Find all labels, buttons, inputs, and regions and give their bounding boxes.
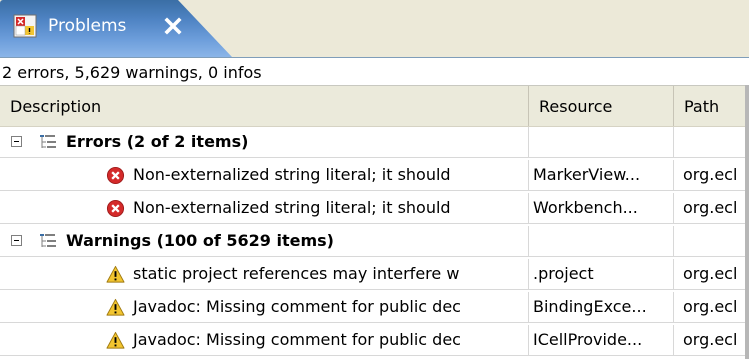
group-label: Errors (2 of 2 items) (66, 132, 249, 151)
group-tree-icon (40, 234, 56, 247)
summary-text: 2 errors, 5,629 warnings, 0 infos (2, 63, 262, 82)
problems-summary: 2 errors, 5,629 warnings, 0 infos (0, 58, 749, 84)
description-cell: Javadoc: Missing comment for public dec (0, 325, 529, 356)
close-icon[interactable] (162, 15, 184, 37)
problems-view: Problems 2 errors, 5,629 warnings, 0 inf… (0, 0, 749, 359)
resource-cell: MarkerView... (529, 160, 674, 191)
problem-path: org.ecl (683, 165, 738, 184)
table-header: Description Resource Path (0, 85, 749, 128)
column-header-resource[interactable]: Resource (529, 86, 674, 126)
collapse-toggle[interactable] (11, 235, 22, 246)
path-cell (674, 127, 749, 158)
problems-view-icon (13, 14, 37, 38)
resource-cell: ICellProvide... (529, 325, 674, 356)
path-cell: org.ecl (674, 259, 749, 290)
scrollbar-edge[interactable] (745, 85, 749, 359)
warning-row[interactable]: Javadoc: Missing comment for public dec I… (0, 325, 749, 356)
resource-cell (529, 226, 674, 257)
error-icon (106, 166, 125, 185)
problems-table: Errors (2 of 2 items) Non-externalized st… (0, 127, 749, 359)
problem-resource: .project (533, 264, 594, 283)
description-cell: Warnings (100 of 5629 items) (0, 226, 529, 257)
error-icon (106, 199, 125, 218)
problem-resource: Workbench... (533, 198, 638, 217)
tab-problems[interactable]: Problems (0, 0, 232, 57)
path-cell: org.ecl (674, 160, 749, 191)
column-label: Resource (539, 97, 613, 116)
problem-path: org.ecl (683, 198, 738, 217)
problem-resource: ICellProvide... (533, 330, 643, 349)
column-header-description[interactable]: Description (0, 86, 529, 126)
resource-cell (529, 127, 674, 158)
description-cell: static project references may interfere … (0, 259, 529, 290)
collapse-toggle[interactable] (11, 136, 22, 147)
problem-path: org.ecl (683, 297, 738, 316)
resource-cell: .project (529, 259, 674, 290)
description-cell: Javadoc: Missing comment for public dec (0, 292, 529, 323)
group-tree-icon (40, 135, 56, 148)
problem-resource: BindingExce... (533, 297, 647, 316)
problem-description: static project references may interfere … (133, 264, 460, 283)
warning-icon (106, 331, 125, 349)
warning-row[interactable]: static project references may interfere … (0, 259, 749, 290)
column-label: Description (10, 97, 102, 116)
column-label: Path (684, 97, 720, 116)
group-row[interactable]: Warnings (100 of 5629 items) (0, 226, 749, 257)
error-row[interactable]: Non-externalized string literal; it shou… (0, 193, 749, 224)
path-cell: org.ecl (674, 292, 749, 323)
problem-description: Non-externalized string literal; it shou… (133, 165, 451, 184)
tab-strip: Problems (0, 0, 749, 58)
problem-path: org.ecl (683, 330, 738, 349)
description-cell: Non-externalized string literal; it shou… (0, 193, 529, 224)
description-cell: Non-externalized string literal; it shou… (0, 160, 529, 191)
description-cell: Errors (2 of 2 items) (0, 127, 529, 158)
tab-title: Problems (48, 16, 127, 36)
path-cell: org.ecl (674, 193, 749, 224)
warning-row[interactable]: Javadoc: Missing comment for public dec B… (0, 292, 749, 323)
problem-description: Non-externalized string literal; it shou… (133, 198, 451, 217)
warning-icon (106, 298, 125, 316)
problem-description: Javadoc: Missing comment for public dec (133, 297, 461, 316)
error-row[interactable]: Non-externalized string literal; it shou… (0, 160, 749, 191)
column-header-path[interactable]: Path (674, 86, 749, 126)
problem-resource: MarkerView... (533, 165, 641, 184)
resource-cell: BindingExce... (529, 292, 674, 323)
group-label: Warnings (100 of 5629 items) (66, 231, 334, 250)
group-row[interactable]: Errors (2 of 2 items) (0, 127, 749, 158)
path-cell (674, 226, 749, 257)
problem-path: org.ecl (683, 264, 738, 283)
problem-description: Javadoc: Missing comment for public dec (133, 330, 461, 349)
resource-cell: Workbench... (529, 193, 674, 224)
warning-icon (106, 265, 125, 283)
path-cell: org.ecl (674, 325, 749, 356)
